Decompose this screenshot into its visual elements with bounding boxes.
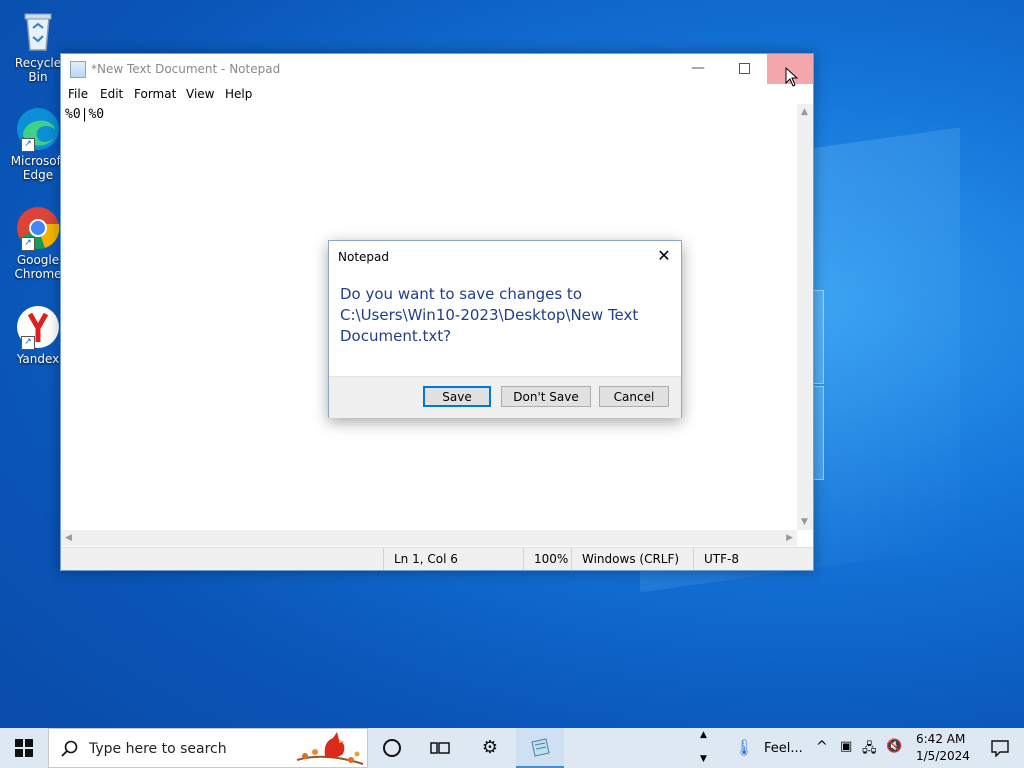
scroll-up-icon[interactable]: ▲ [801, 107, 808, 117]
edge-icon: ↗ [15, 106, 61, 152]
shortcut-arrow-icon: ↗ [21, 237, 35, 251]
yandex-icon: ↗ [15, 304, 61, 350]
shortcut-arrow-icon: ↗ [21, 336, 35, 350]
menu-format[interactable]: Format [134, 87, 176, 101]
desktop-icon-label: Google Chrome [14, 253, 62, 281]
close-icon: ✕ [657, 246, 671, 265]
menu-file[interactable]: File [68, 87, 88, 101]
settings-taskbar-button[interactable]: ⚙ [466, 728, 514, 768]
shortcut-arrow-icon: ↗ [21, 138, 35, 152]
task-view-button[interactable] [416, 728, 464, 768]
mouse-cursor-icon [785, 67, 799, 87]
clock-date[interactable]: 1/5/2024 [916, 749, 970, 763]
notification-icon [991, 740, 1009, 757]
window-title: *New Text Document - Notepad [91, 62, 281, 76]
desktop-icon-label: Recycle Bin [14, 56, 62, 84]
clock-time[interactable]: 6:42 AM [916, 732, 965, 746]
menu-view[interactable]: View [186, 87, 214, 101]
maximize-icon [738, 62, 750, 74]
status-zoom: 100% [523, 548, 573, 570]
search-placeholder: Type here to search [89, 741, 227, 757]
desktop-icon-label: Yandex [16, 352, 60, 366]
task-view-cortana-button[interactable] [368, 728, 416, 768]
maximize-button[interactable] [721, 54, 767, 84]
save-button[interactable]: Save [423, 386, 491, 407]
cortana-circle-icon [383, 739, 401, 757]
windows-logo-icon [15, 739, 33, 757]
taskbar-scroll-up-icon[interactable]: ▲ [700, 730, 707, 740]
desktop-icon-label: Microsoft Edge [10, 154, 66, 182]
scroll-down-icon[interactable]: ▼ [801, 517, 808, 527]
notification-center-button[interactable] [976, 728, 1024, 768]
dialog-title: Notepad [338, 250, 389, 264]
start-button[interactable] [0, 728, 48, 768]
meet-now-icon[interactable]: ▣ [840, 739, 852, 754]
taskbar-search-box[interactable]: Type here to search [48, 728, 368, 768]
recycle-bin-icon [15, 8, 61, 54]
horizontal-scrollbar[interactable]: ◀ ▶ [61, 530, 797, 546]
chevron-up-icon[interactable]: ^ [816, 739, 828, 755]
status-cursor-position: Ln 1, Col 6 [383, 548, 523, 570]
dialog-footer: Save Don't Save Cancel [329, 376, 681, 418]
dont-save-button[interactable]: Don't Save [501, 386, 591, 407]
task-view-icon [430, 742, 450, 754]
status-line-ending: Windows (CRLF) [571, 548, 693, 570]
taskbar: Type here to search ⚙ ▲ ▼ 🌡 Feel... ^ ▣ … [0, 728, 1024, 768]
weather-icon[interactable]: 🌡 [734, 738, 754, 757]
network-icon[interactable]: 🖧 [862, 739, 877, 761]
cancel-button[interactable]: Cancel [599, 386, 669, 407]
vertical-scrollbar[interactable]: ▲ ▼ [797, 104, 813, 530]
taskbar-scroll-down-icon[interactable]: ▼ [700, 754, 707, 764]
minimize-button[interactable]: — [675, 54, 721, 84]
search-icon [61, 740, 78, 757]
weather-widget-text[interactable]: Feel... [764, 741, 803, 756]
menu-edit[interactable]: Edit [100, 87, 123, 101]
notepad-titlebar[interactable]: *New Text Document - Notepad — [61, 54, 813, 84]
menu-bar: File Edit Format View Help [61, 84, 813, 104]
minimize-icon: — [691, 60, 705, 76]
volume-muted-icon[interactable]: 🔇 [886, 739, 902, 754]
gear-icon: ⚙ [481, 737, 499, 758]
scroll-right-icon[interactable]: ▶ [786, 533, 793, 543]
status-bar: Ln 1, Col 6 100% Windows (CRLF) UTF-8 [61, 547, 813, 570]
dialog-message: Do you want to save changes to C:\Users\… [340, 285, 639, 345]
cardinal-bird-icon [296, 732, 364, 765]
notepad-icon [70, 61, 86, 78]
dialog-close-button[interactable]: ✕ [651, 245, 677, 267]
notepad-taskbar-button[interactable] [516, 728, 564, 768]
scroll-left-icon[interactable]: ◀ [65, 533, 72, 543]
status-encoding: UTF-8 [693, 548, 797, 570]
editor-content: %0|%0 [65, 107, 105, 122]
chrome-icon: ↗ [15, 205, 61, 251]
menu-help[interactable]: Help [225, 87, 252, 101]
save-changes-dialog: Notepad ✕ Do you want to save changes to… [328, 240, 682, 418]
notepad-icon [531, 738, 550, 757]
